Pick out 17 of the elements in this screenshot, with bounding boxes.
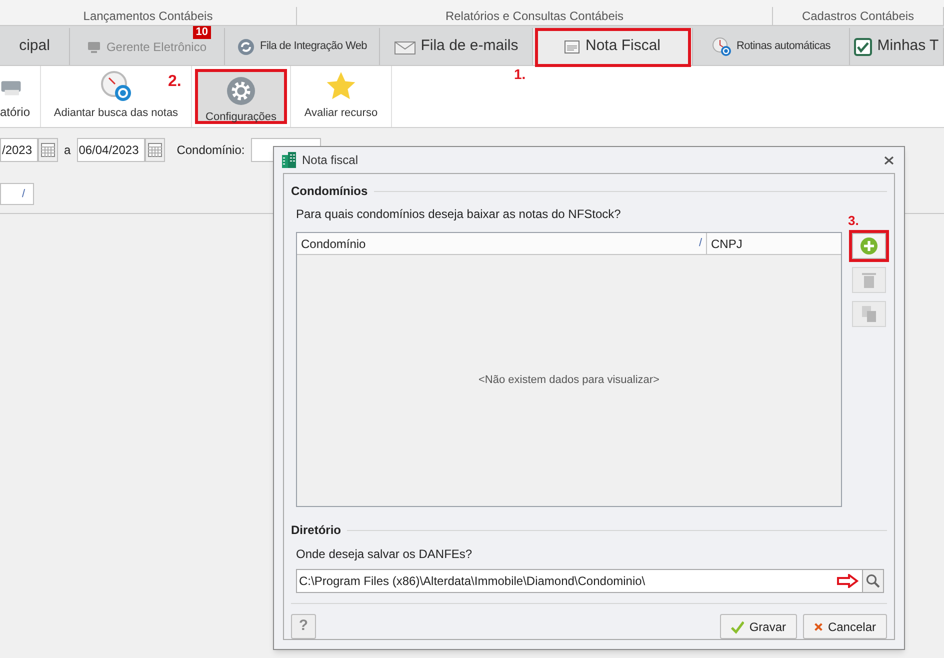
- question-text: Onde deseja salvar os DANFEs?: [296, 546, 472, 563]
- ribbon-group-label: Cadastros Contábeis: [802, 8, 914, 25]
- section-heading: Diretório: [291, 522, 342, 539]
- column-title: Condomínio: [301, 236, 366, 252]
- step-number: 2.: [168, 72, 182, 92]
- section-heading: Condomínios: [291, 183, 368, 200]
- count-badge: 10: [192, 26, 211, 39]
- range-separator: a: [64, 142, 71, 159]
- dialog-title: Nota fiscal: [302, 152, 360, 169]
- step-number: 1.: [514, 65, 526, 84]
- empty-message: <Não existem dados para visualizar>: [478, 373, 660, 388]
- question-text: Para quais condomínios deseja baixar as notas do NFStock?: [296, 206, 621, 223]
- sort-indicator: /: [698, 236, 702, 252]
- ribbon-group-label: Relatórios e Consultas Contábeis: [445, 8, 624, 25]
- step-number: 3.: [848, 212, 859, 230]
- field-label: Condomínio:: [176, 142, 245, 159]
- ribbon-group-label: Lançamentos Contábeis: [83, 8, 213, 25]
